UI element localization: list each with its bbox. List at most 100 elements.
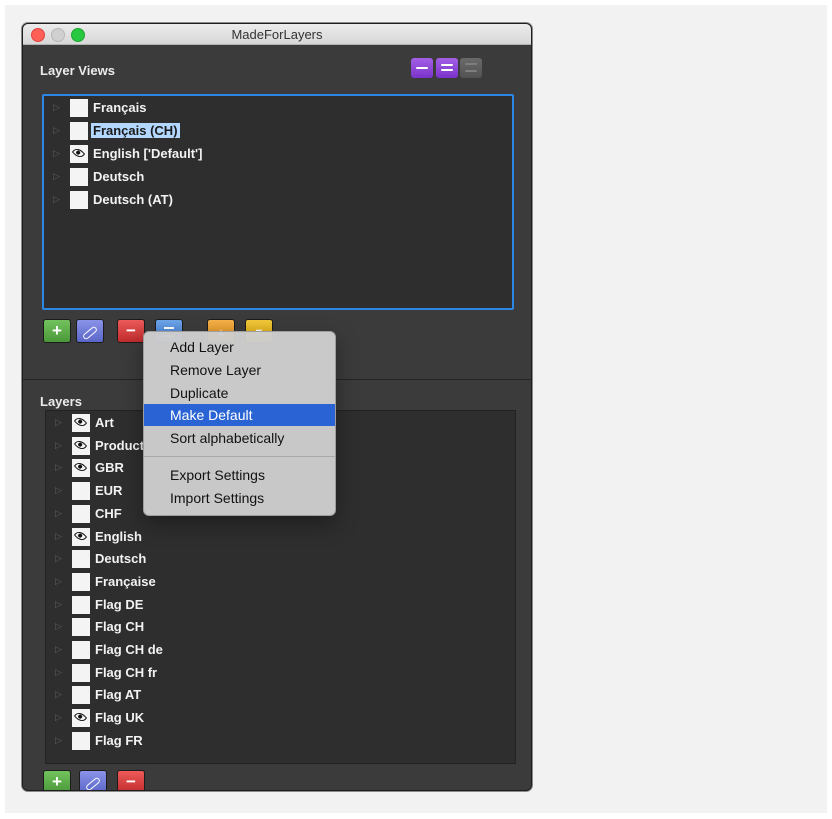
menu-item-sort-alphabetically[interactable]: Sort alphabetically [144, 427, 335, 449]
menu-item-export-settings[interactable]: Export Settings [144, 464, 335, 486]
menu-item-duplicate[interactable]: Duplicate [144, 382, 335, 404]
add-layer-view-button[interactable]: + [43, 319, 71, 343]
disclosure-triangle-icon[interactable]: ▷ [53, 148, 60, 159]
disclosure-triangle-icon[interactable]: ▷ [55, 644, 62, 655]
visibility-checkbox[interactable] [72, 436, 90, 455]
layer-row[interactable]: ▷ Flag CH [46, 616, 486, 639]
visibility-checkbox[interactable] [72, 731, 90, 750]
layer-label: Art [95, 415, 114, 430]
layer-label: Française [95, 573, 156, 589]
layer-label: Flag AT [95, 687, 142, 703]
layer-views-list[interactable]: ▷ Français ▷ Français (CH) ▷ English ['Defaul… [42, 94, 514, 310]
disclosure-triangle-icon[interactable]: ▷ [55, 462, 62, 473]
collapse-button[interactable] [411, 58, 433, 78]
edit-layer-view-button[interactable] [76, 319, 104, 343]
layer-row[interactable]: ▷ Française [46, 571, 486, 594]
layer-label: Flag CH [95, 619, 145, 635]
remove-layer-button[interactable]: − [117, 770, 145, 790]
layer-row[interactable]: ▷ Flag AT [46, 684, 486, 707]
window-title: MadeForLayers [231, 27, 323, 42]
menu-item-remove-layer[interactable]: Remove Layer [144, 359, 335, 381]
layer-label: Flag CH fr [95, 664, 158, 680]
visibility-checkbox[interactable] [72, 709, 90, 728]
layer-view-row[interactable]: ▷ English ['Default'] [44, 143, 484, 166]
layer-label: Flag FR [95, 732, 143, 748]
disclosure-triangle-icon[interactable]: ▷ [55, 667, 62, 678]
layer-view-label: Français (CH) [91, 123, 180, 138]
title-bar[interactable]: MadeForLayers [23, 24, 531, 45]
disclosure-triangle-icon[interactable]: ▷ [55, 485, 62, 496]
disclosure-triangle-icon[interactable]: ▷ [55, 440, 62, 451]
eye-icon [73, 460, 88, 475]
split-button[interactable] [460, 58, 482, 78]
disclosure-triangle-icon[interactable]: ▷ [55, 417, 62, 428]
disclosure-triangle-icon[interactable]: ▷ [55, 735, 62, 746]
layer-label: EUR [95, 483, 123, 499]
layer-view-row[interactable]: ▷ Deutsch (AT) [44, 189, 484, 212]
visibility-checkbox[interactable] [72, 482, 90, 501]
layer-view-row[interactable]: ▷ Deutsch [44, 166, 484, 189]
layer-row[interactable]: ▷ Flag DE [46, 594, 486, 617]
visibility-checkbox[interactable] [72, 550, 90, 569]
layer-row[interactable]: ▷ Deutsch [46, 548, 486, 571]
edit-layer-button[interactable] [79, 770, 107, 790]
visibility-checkbox[interactable] [70, 168, 88, 186]
disclosure-triangle-icon[interactable]: ▷ [55, 599, 62, 610]
visibility-checkbox[interactable] [70, 122, 88, 140]
layer-view-row[interactable]: ▷ Français (CH) [44, 120, 484, 143]
layer-row[interactable]: ▷ Flag CH fr [46, 662, 486, 685]
layer-label: Product [95, 437, 145, 453]
layer-row[interactable]: ▷ Flag CH de [46, 639, 486, 662]
layer-view-label: Deutsch (AT) [93, 192, 173, 207]
context-menu: Add Layer Remove Layer Duplicate Make Defau… [143, 331, 336, 516]
visibility-checkbox[interactable] [72, 686, 90, 705]
disclosure-triangle-icon[interactable]: ▷ [55, 621, 62, 632]
layer-label: GBR [95, 460, 124, 476]
menu-separator [144, 456, 335, 457]
layer-label: CHF [95, 505, 122, 521]
menu-item-add-layer[interactable]: Add Layer [144, 336, 335, 358]
layer-row[interactable]: ▷ Flag UK [46, 707, 486, 730]
visibility-checkbox[interactable] [72, 459, 90, 478]
layer-label: Flag CH de [95, 642, 163, 657]
split-icon [465, 63, 477, 65]
remove-layer-view-button[interactable]: − [117, 319, 145, 343]
visibility-checkbox[interactable] [72, 527, 90, 546]
visibility-checkbox[interactable] [70, 145, 88, 163]
layer-row[interactable]: ▷ Flag FR [46, 730, 486, 753]
visibility-checkbox[interactable] [72, 663, 90, 682]
disclosure-triangle-icon[interactable]: ▷ [53, 125, 60, 136]
disclosure-triangle-icon[interactable]: ▷ [53, 171, 60, 182]
layer-views-title: Layer Views [40, 63, 115, 78]
disclosure-triangle-icon[interactable]: ▷ [53, 102, 60, 113]
layer-view-row[interactable]: ▷ Français [44, 97, 484, 120]
disclosure-triangle-icon[interactable]: ▷ [55, 553, 62, 564]
disclosure-triangle-icon[interactable]: ▷ [55, 531, 62, 542]
visibility-checkbox[interactable] [72, 572, 90, 591]
disclosure-triangle-icon[interactable]: ▷ [55, 508, 62, 519]
menu-item-make-default[interactable]: Make Default [144, 404, 335, 427]
layer-row[interactable]: ▷ English [46, 526, 486, 549]
visibility-checkbox[interactable] [72, 618, 90, 637]
pencil-icon [81, 325, 99, 341]
visibility-checkbox[interactable] [72, 504, 90, 523]
layer-label: Flag UK [95, 710, 145, 726]
add-layer-button[interactable]: + [43, 770, 71, 790]
visibility-checkbox[interactable] [70, 191, 88, 209]
expand-button[interactable] [436, 58, 458, 78]
visibility-checkbox[interactable] [70, 99, 88, 117]
disclosure-triangle-icon[interactable]: ▷ [55, 712, 62, 723]
disclosure-triangle-icon[interactable]: ▷ [53, 194, 60, 205]
eye-icon [71, 146, 86, 160]
visibility-checkbox[interactable] [72, 595, 90, 614]
eye-icon [73, 710, 88, 724]
visibility-checkbox[interactable] [72, 641, 90, 659]
eye-icon [73, 437, 88, 452]
disclosure-triangle-icon[interactable]: ▷ [55, 689, 62, 700]
disclosure-triangle-icon[interactable]: ▷ [55, 576, 62, 587]
layer-label: Deutsch [95, 551, 147, 567]
layer-views-panel: Layer Views ▷ Français ▷ Français (CH) ▷ Engl… [23, 45, 531, 377]
visibility-checkbox[interactable] [72, 414, 90, 432]
eye-icon [73, 415, 88, 429]
menu-item-import-settings[interactable]: Import Settings [144, 487, 335, 509]
